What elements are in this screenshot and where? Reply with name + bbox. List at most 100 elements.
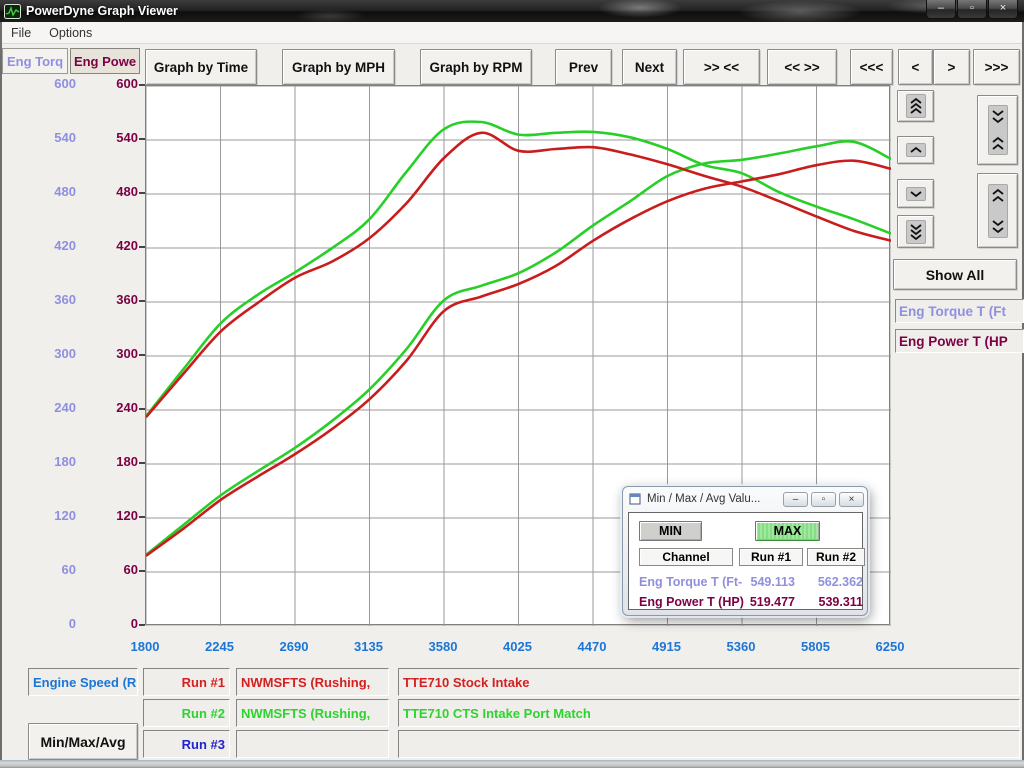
- run2-description-text: TTE710 CTS Intake Port Match: [399, 706, 595, 721]
- shift-down-fast-button[interactable]: [897, 215, 934, 248]
- scroll-far-left-button[interactable]: <<<: [850, 49, 893, 85]
- y-tick-power: 600: [88, 76, 138, 91]
- y-tick-power: 0: [88, 616, 138, 631]
- y-tick-power: 240: [88, 400, 138, 415]
- scroll-right-button[interactable]: >: [933, 49, 970, 85]
- y-tick-mark: [139, 462, 145, 464]
- graph-by-mph-button[interactable]: Graph by MPH: [282, 49, 395, 85]
- graph-by-time-button[interactable]: Graph by Time: [145, 49, 257, 85]
- minmax-run1-value: 519.477: [739, 595, 795, 609]
- y-tick-torque: 180: [26, 454, 76, 469]
- y-tick-mark: [139, 300, 145, 302]
- min-tab-button[interactable]: MIN: [639, 521, 702, 541]
- minmax-minimize-button[interactable]: –: [783, 492, 808, 507]
- next-button[interactable]: Next: [622, 49, 677, 85]
- y-tick-mark: [139, 84, 145, 86]
- run1-description-field[interactable]: TTE710 Stock Intake: [398, 668, 1020, 696]
- y-tick-torque: 600: [26, 76, 76, 91]
- run1-label-text: Run #1: [178, 675, 229, 690]
- max-tab-button[interactable]: MAX: [755, 521, 820, 541]
- y-tick-torque: 120: [26, 508, 76, 523]
- triple-chevron-down-icon: [906, 220, 926, 244]
- shift-down-button[interactable]: [897, 179, 934, 208]
- restore-button[interactable]: ▫: [957, 0, 987, 19]
- y-tick-power: 60: [88, 562, 138, 577]
- minmax-channel-name: Eng Power T (HP): [639, 595, 744, 609]
- chevron-down-icon: [906, 187, 926, 201]
- scroll-left-button[interactable]: <: [898, 49, 933, 85]
- window-title: PowerDyne Graph Viewer: [26, 4, 178, 18]
- x-tick-rpm: 3580: [418, 639, 468, 654]
- channel-button-power[interactable]: Eng Powe: [70, 48, 140, 74]
- minmax-run2-value: 539.311: [807, 595, 863, 609]
- x-tick-rpm: 6250: [865, 639, 915, 654]
- y-tick-torque: 300: [26, 346, 76, 361]
- y-tick-power: 360: [88, 292, 138, 307]
- x-tick-rpm: 2690: [269, 639, 319, 654]
- y-tick-torque: 420: [26, 238, 76, 253]
- shift-up-fast-button[interactable]: [897, 90, 934, 122]
- y-tick-torque: 480: [26, 184, 76, 199]
- x-tick-rpm: 1800: [120, 639, 170, 654]
- prev-button[interactable]: Prev: [555, 49, 612, 85]
- run3-label-text: Run #3: [178, 737, 229, 752]
- x-channel-label[interactable]: Engine Speed (RI: [28, 668, 138, 696]
- run2-file-field[interactable]: NWMSFTS (Rushing,: [236, 699, 389, 727]
- y-tick-power: 300: [88, 346, 138, 361]
- minmax-window-title: Min / Max / Avg Valu...: [647, 493, 783, 505]
- menu-options[interactable]: Options: [40, 24, 101, 42]
- column-header-channel[interactable]: Channel: [639, 548, 733, 566]
- minmax-restore-button[interactable]: ▫: [811, 492, 836, 507]
- run2-label-text: Run #2: [178, 706, 229, 721]
- run1-label: Run #1: [143, 668, 230, 696]
- y-channel-label-torque[interactable]: Eng Torque T (Ft: [895, 299, 1024, 323]
- minmax-avg-button[interactable]: Min/Max/Avg: [28, 723, 138, 760]
- close-button[interactable]: ×: [988, 0, 1018, 19]
- chevron-up-icon: [906, 143, 926, 157]
- y-tick-mark: [139, 354, 145, 356]
- y-tick-mark: [139, 516, 145, 518]
- show-all-button[interactable]: Show All: [893, 259, 1017, 290]
- menu-bar: File Options: [2, 22, 1022, 44]
- run1-file-field[interactable]: NWMSFTS (Rushing,: [236, 668, 389, 696]
- minimize-button[interactable]: –: [926, 0, 956, 19]
- app-icon: [4, 4, 21, 19]
- x-tick-rpm: 5805: [791, 639, 841, 654]
- y-tick-mark: [139, 408, 145, 410]
- shift-up-button[interactable]: [897, 136, 934, 164]
- y-tick-power: 480: [88, 184, 138, 199]
- run1-file-text: NWMSFTS (Rushing,: [237, 675, 374, 690]
- minmax-window-titlebar[interactable]: Min / Max / Avg Valu... – ▫ ×: [623, 487, 867, 511]
- zoom-in-x-button[interactable]: >> <<: [683, 49, 760, 85]
- y-tick-mark: [139, 246, 145, 248]
- y-channel-label-power[interactable]: Eng Power T (HP: [895, 329, 1024, 353]
- y-tick-torque: 0: [26, 616, 76, 631]
- menu-file[interactable]: File: [2, 24, 40, 42]
- y-tick-power: 120: [88, 508, 138, 523]
- x-tick-rpm: 3135: [344, 639, 394, 654]
- title-bar[interactable]: PowerDyne Graph Viewer – ▫ ×: [0, 0, 1024, 22]
- graph-by-rpm-button[interactable]: Graph by RPM: [420, 49, 532, 85]
- y-tick-torque: 60: [26, 562, 76, 577]
- expand-vertical-icon: [988, 184, 1008, 238]
- x-tick-rpm: 4915: [642, 639, 692, 654]
- x-tick-rpm: 4470: [567, 639, 617, 654]
- run3-label: Run #3: [143, 730, 230, 758]
- zoom-out-x-button[interactable]: << >>: [767, 49, 837, 85]
- run3-description-field[interactable]: [398, 730, 1020, 758]
- y-tick-torque: 540: [26, 130, 76, 145]
- run2-file-text: NWMSFTS (Rushing,: [237, 706, 374, 721]
- y-tick-mark: [139, 624, 145, 626]
- minmax-window: Min / Max / Avg Valu... – ▫ × MIN MAX Ch…: [622, 486, 868, 616]
- form-icon: [629, 493, 642, 505]
- run2-description-field[interactable]: TTE710 CTS Intake Port Match: [398, 699, 1020, 727]
- run3-file-field[interactable]: [236, 730, 389, 758]
- minmax-close-button[interactable]: ×: [839, 492, 864, 507]
- scroll-far-right-button[interactable]: >>>: [973, 49, 1020, 85]
- y-tick-power: 180: [88, 454, 138, 469]
- compress-scale-button[interactable]: [977, 95, 1018, 165]
- column-header-run1[interactable]: Run #1: [739, 548, 803, 566]
- column-header-run2[interactable]: Run #2: [807, 548, 865, 566]
- expand-scale-button[interactable]: [977, 173, 1018, 248]
- channel-button-torque[interactable]: Eng Torq: [2, 48, 68, 74]
